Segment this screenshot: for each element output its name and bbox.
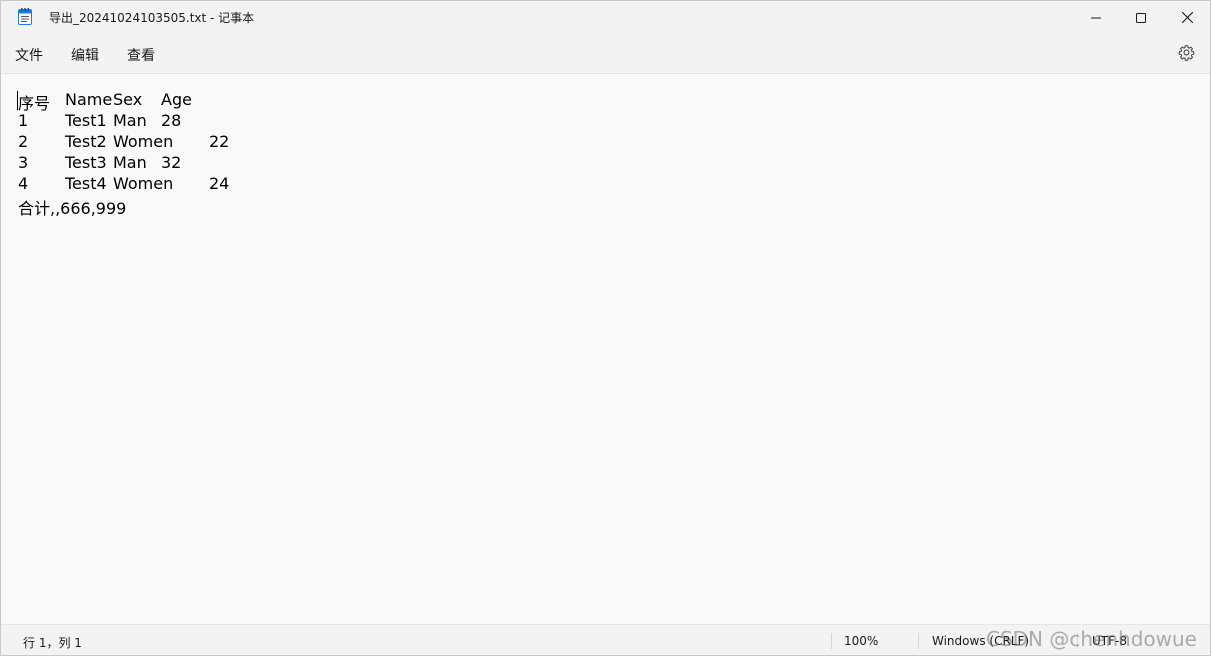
notepad-window: 导出_20241024103505.txt - 记事本 文件 编辑 查看 序号 … [0,0,1211,656]
gear-icon[interactable] [1178,44,1195,61]
maximize-icon [1136,8,1146,27]
close-button[interactable] [1164,1,1210,33]
row-cell: Test4 [65,174,107,193]
minimize-icon [1091,8,1101,27]
minimize-button[interactable] [1073,1,1119,33]
cursor-position: 行 1，列 1 [23,636,82,650]
row-cell: Man [113,111,147,130]
status-bar: 行 1，列 1 100% Windows (CRLF) UTF-8 [1,624,1210,655]
status-divider [1077,633,1078,649]
row-cell: 1 [18,111,29,130]
notepad-icon [18,8,32,25]
line-ending[interactable]: Windows (CRLF) [932,634,1029,648]
menu-bar: 文件 编辑 查看 [1,33,1210,73]
row-cell: Women [113,174,174,193]
maximize-button[interactable] [1118,1,1164,33]
row-cell: 32 [161,153,182,172]
encoding[interactable]: UTF-8 [1092,634,1127,648]
row-cell: 2 [18,132,29,151]
zoom-level[interactable]: 100% [844,634,878,648]
row-cell: Test1 [65,111,107,130]
row-cell: Test2 [65,132,107,151]
text-editor[interactable]: 序号 Name Sex Age 1 Test1 Man 28 2 Test2 W… [1,73,1210,624]
window-title: 导出_20241024103505.txt - 记事本 [49,11,255,25]
menu-file[interactable]: 文件 [15,45,43,65]
row-cell: Man [113,153,147,172]
status-divider [831,633,832,649]
row-cell: 24 [209,174,230,193]
row-cell: Women [113,132,174,151]
row-cell: 3 [18,153,29,172]
row-cell: 22 [209,132,230,151]
header-cell-name: Name [65,90,113,109]
footer-text: 合计,,666,999 [18,199,127,218]
header-cell-age: Age [161,90,192,109]
header-cell-sex: Sex [113,90,143,109]
status-divider [918,633,919,649]
row-cell: 28 [161,111,182,130]
row-cell: 4 [18,174,29,193]
row-cell: Test3 [65,153,107,172]
menu-edit[interactable]: 编辑 [71,45,99,65]
menu-view[interactable]: 查看 [127,45,155,65]
close-icon [1181,8,1193,27]
title-bar[interactable]: 导出_20241024103505.txt - 记事本 [1,1,1210,33]
